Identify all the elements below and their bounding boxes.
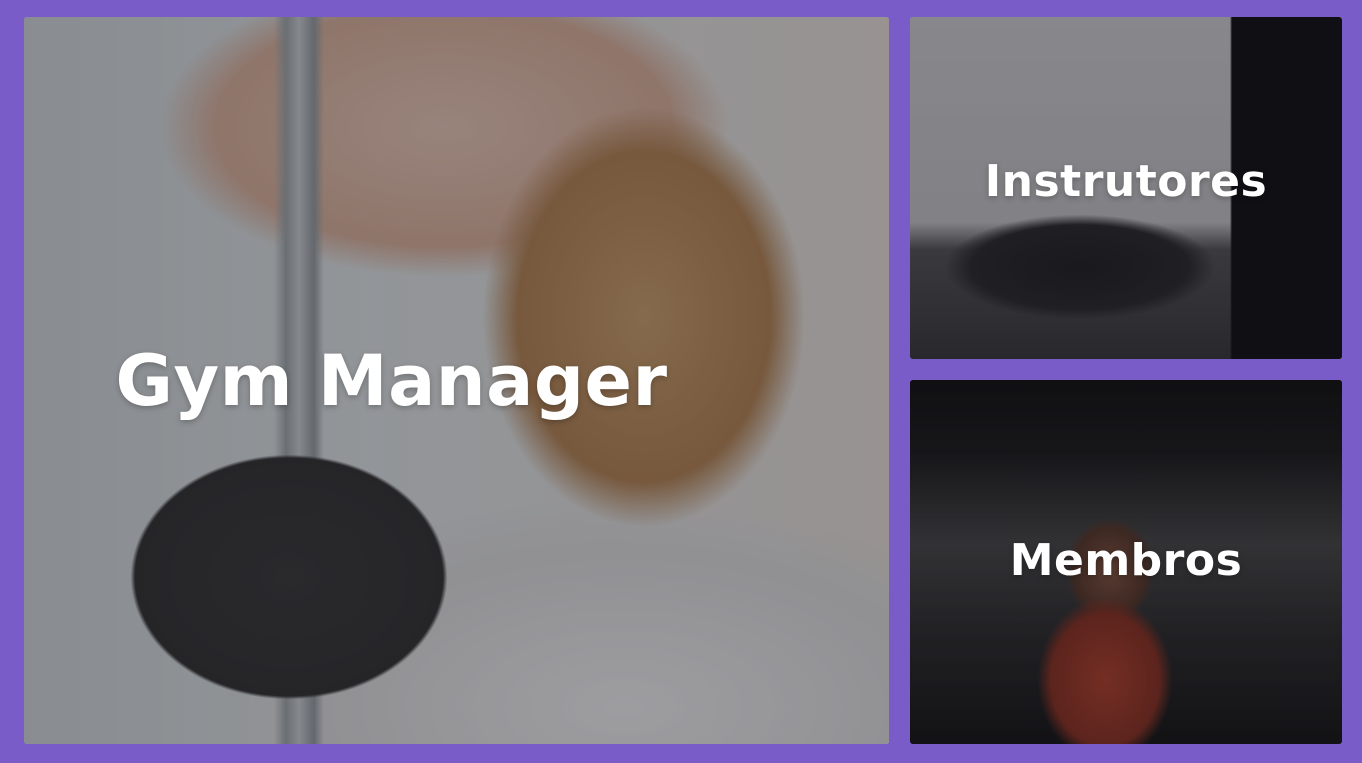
membros-label: Membros <box>1009 534 1243 586</box>
instrutores-label: Instrutores <box>984 155 1268 207</box>
app-title: Gym Manager <box>115 339 668 422</box>
instrutores-card[interactable]: Instrutores <box>910 17 1342 359</box>
membros-card[interactable]: Membros <box>910 380 1342 744</box>
app-frame: Gym Manager Instrutores Membros <box>0 0 1362 763</box>
gym-manager-hero-card: Gym Manager <box>24 17 889 744</box>
